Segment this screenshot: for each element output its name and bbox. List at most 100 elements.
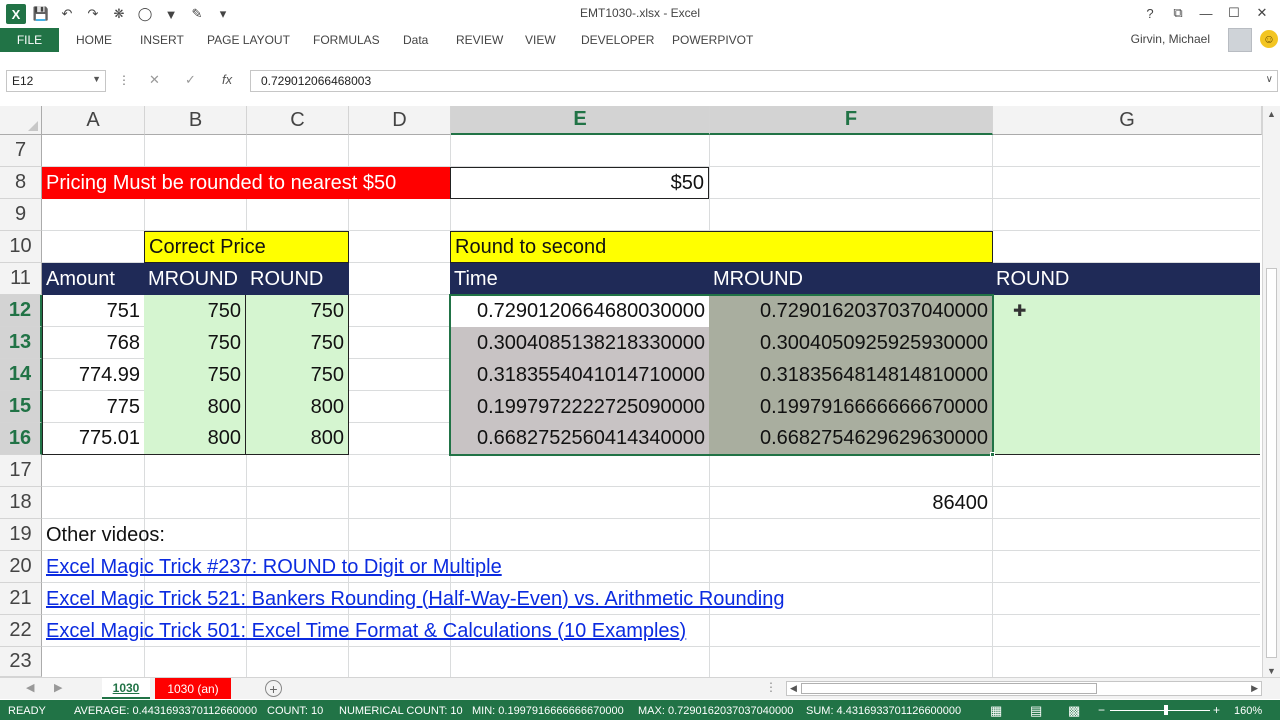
tab-data[interactable]: Data xyxy=(403,28,428,52)
row-header-23[interactable]: 23 xyxy=(0,647,42,677)
cell-a13[interactable]: 768 xyxy=(42,327,144,359)
row-header-18[interactable]: 18 xyxy=(0,487,42,519)
cell-g14[interactable] xyxy=(992,359,1260,391)
column-header-e[interactable]: E xyxy=(451,106,710,135)
row-header-11[interactable]: 11 xyxy=(0,263,42,295)
zoom-out-icon[interactable]: − xyxy=(1098,703,1105,717)
column-header-a[interactable]: A xyxy=(42,106,145,135)
cell-c15[interactable]: 800 xyxy=(246,391,349,423)
cell-b11[interactable]: MROUND xyxy=(144,263,246,295)
row-header-9[interactable]: 9 xyxy=(0,199,42,231)
scroll-down-icon[interactable]: ▼ xyxy=(1267,666,1276,676)
cell-g15[interactable] xyxy=(992,391,1260,423)
cell-c11[interactable]: ROUND xyxy=(246,263,349,295)
cancel-icon[interactable]: ✕ xyxy=(149,72,160,88)
cell-b14[interactable]: 750 xyxy=(144,359,246,391)
smiley-feedback-icon[interactable]: ☺ xyxy=(1260,30,1278,48)
row-header-19[interactable]: 19 xyxy=(0,519,42,551)
cell-b13[interactable]: 750 xyxy=(144,327,246,359)
row-header-16[interactable]: 16 xyxy=(0,423,42,455)
row-header-14[interactable]: 14 xyxy=(0,359,42,391)
add-sheet-icon[interactable]: + xyxy=(265,680,282,697)
tab-file[interactable]: FILE xyxy=(0,28,59,52)
tab-insert[interactable]: INSERT xyxy=(140,28,184,52)
column-header-f[interactable]: F xyxy=(710,106,993,135)
normal-view-icon[interactable]: ▦ xyxy=(990,703,1002,719)
row-header-8[interactable]: 8 xyxy=(0,167,42,199)
tab-page-layout[interactable]: PAGE LAYOUT xyxy=(207,28,290,52)
column-header-g[interactable]: G xyxy=(993,106,1262,135)
cell-b10[interactable]: Correct Price xyxy=(144,231,349,263)
select-all-button[interactable] xyxy=(0,106,42,135)
column-header-c[interactable]: C xyxy=(247,106,349,135)
cell-c14[interactable]: 750 xyxy=(246,359,349,391)
avatar[interactable] xyxy=(1228,28,1252,52)
zoom-in-icon[interactable]: + xyxy=(1213,703,1220,717)
tab-review[interactable]: REVIEW xyxy=(456,28,503,52)
help-button[interactable]: ? xyxy=(1138,2,1162,24)
scroll-up-icon[interactable]: ▲ xyxy=(1267,109,1276,119)
cell-e11[interactable]: Time xyxy=(450,263,709,295)
chevron-down-icon[interactable]: ▼ xyxy=(92,74,101,84)
cell-c13[interactable]: 750 xyxy=(246,327,349,359)
cell-a16[interactable]: 775.01 xyxy=(42,423,144,455)
cell-g12[interactable] xyxy=(992,295,1260,327)
row-header-15[interactable]: 15 xyxy=(0,391,42,423)
zoom-slider-thumb[interactable] xyxy=(1164,705,1168,715)
cell-a8[interactable]: Pricing Must be rounded to nearest $50 xyxy=(42,167,450,199)
worksheet-grid[interactable]: Pricing Must be rounded to nearest $50 $… xyxy=(42,135,1260,679)
row-header-10[interactable]: 10 xyxy=(0,231,42,263)
column-header-b[interactable]: B xyxy=(145,106,247,135)
horizontal-scroll-thumb[interactable] xyxy=(801,683,1097,694)
cell-c16[interactable]: 800 xyxy=(246,423,349,455)
cell-g13[interactable] xyxy=(992,327,1260,359)
cell-b16[interactable]: 800 xyxy=(144,423,246,455)
tab-developer[interactable]: DEVELOPER xyxy=(581,28,654,52)
zoom-slider[interactable] xyxy=(1110,710,1210,711)
expand-formula-bar-icon[interactable]: ∨ xyxy=(1266,74,1273,85)
row-header-12[interactable]: 12 xyxy=(0,295,42,327)
tab-home[interactable]: HOME xyxy=(76,28,112,52)
zoom-level[interactable]: 160% xyxy=(1234,705,1262,717)
sheet-tab-1030[interactable]: 1030 xyxy=(102,678,150,699)
row-header-13[interactable]: 13 xyxy=(0,327,42,359)
cell-a19[interactable]: Other videos: xyxy=(42,519,442,551)
minimize-button[interactable]: — xyxy=(1194,2,1218,24)
sheet-prev-icon[interactable]: ◀ xyxy=(26,681,34,694)
sheet-next-icon[interactable]: ▶ xyxy=(54,681,62,694)
row-header-17[interactable]: 17 xyxy=(0,455,42,487)
cell-f18[interactable]: 86400 xyxy=(709,487,992,519)
cell-a15[interactable]: 775 xyxy=(42,391,144,423)
cell-b15[interactable]: 800 xyxy=(144,391,246,423)
sheet-tab-1030-an[interactable]: 1030 (an) xyxy=(155,678,231,699)
cell-a11[interactable]: Amount xyxy=(42,263,144,295)
insert-function-button[interactable]: fx xyxy=(222,72,232,87)
row-header-7[interactable]: 7 xyxy=(0,135,42,167)
cell-c12[interactable]: 750 xyxy=(246,295,349,327)
tab-split-handle-icon[interactable]: ⋮ xyxy=(765,680,777,694)
cell-a12[interactable]: 751 xyxy=(42,295,144,327)
horizontal-scrollbar[interactable]: ◀ ▶ xyxy=(786,681,1262,696)
tab-powerpivot[interactable]: POWERPIVOT xyxy=(672,28,753,52)
enter-icon[interactable]: ✓ xyxy=(185,72,196,88)
vertical-scroll-thumb[interactable] xyxy=(1266,268,1277,658)
scroll-left-icon[interactable]: ◀ xyxy=(790,683,797,694)
row-header-21[interactable]: 21 xyxy=(0,583,42,615)
link-emt-237[interactable]: Excel Magic Trick #237: ROUND to Digit o… xyxy=(42,551,742,583)
column-header-d[interactable]: D xyxy=(349,106,451,135)
fill-handle[interactable] xyxy=(990,452,995,457)
cell-e10[interactable]: Round to second xyxy=(450,231,993,263)
scroll-right-icon[interactable]: ▶ xyxy=(1251,683,1258,694)
user-name[interactable]: Girvin, Michael xyxy=(1131,32,1210,46)
row-header-22[interactable]: 22 xyxy=(0,615,42,647)
cell-b12[interactable]: 750 xyxy=(144,295,246,327)
link-emt-521[interactable]: Excel Magic Trick 521: Bankers Rounding … xyxy=(42,583,942,615)
vertical-scrollbar[interactable]: ▲ ▼ xyxy=(1262,106,1280,679)
page-break-view-icon[interactable]: ▩ xyxy=(1068,703,1080,719)
tab-view[interactable]: VIEW xyxy=(525,28,556,52)
maximize-button[interactable]: ☐ xyxy=(1222,2,1246,24)
row-header-20[interactable]: 20 xyxy=(0,551,42,583)
cell-g11[interactable]: ROUND xyxy=(992,263,1260,295)
tab-formulas[interactable]: FORMULAS xyxy=(313,28,380,52)
cell-e8[interactable]: $50 xyxy=(450,167,709,199)
